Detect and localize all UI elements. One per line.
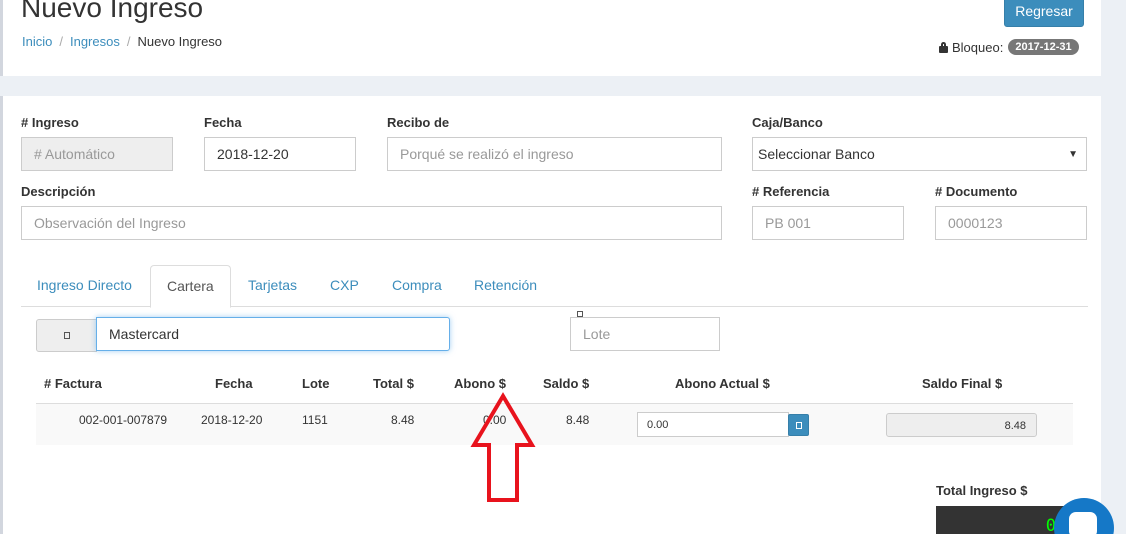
col-abono: Abono $ (454, 376, 506, 391)
cell-fecha: 2018-12-20 (201, 413, 263, 427)
col-lote: Lote (302, 376, 330, 391)
col-total: Total $ (373, 376, 414, 391)
cell-lote: 1151 (302, 413, 328, 427)
ingreso-number-field[interactable] (21, 137, 173, 171)
tab-cxp[interactable]: CXP (314, 265, 375, 307)
recibo-label: Recibo de (387, 115, 450, 130)
cell-saldo: 8.48 (566, 413, 590, 427)
col-fecha: Fecha (215, 376, 253, 391)
abono-actual-input[interactable] (637, 412, 789, 437)
caja-select[interactable]: Seleccionar Banco ▼ (752, 137, 1087, 171)
cell-factura: 002-001-007879 (79, 413, 168, 427)
ingreso-form: # Ingreso Fecha Recibo de Caja/Banco Sel… (0, 96, 1101, 534)
lock-date-badge: 2017-12-31 (1008, 39, 1079, 55)
apply-abono-button[interactable] (788, 414, 809, 436)
fecha-field[interactable] (204, 137, 356, 171)
referencia-field[interactable] (752, 206, 904, 240)
search-addon (36, 319, 97, 352)
descripcion-label: Descripción (21, 184, 96, 199)
tab-cartera[interactable]: Cartera (150, 265, 231, 308)
search-input[interactable] (96, 317, 450, 351)
lote-field[interactable] (570, 317, 720, 351)
col-abono-actual: Abono Actual $ (675, 376, 770, 391)
caja-select-value: Seleccionar Banco (758, 146, 875, 162)
caja-label: Caja/Banco (752, 115, 823, 130)
annotation-arrow (470, 392, 536, 502)
cell-total: 8.48 (391, 413, 415, 427)
lock-label: Bloqueo: (952, 39, 1004, 55)
breadcrumb-current: Nuevo Ingreso (137, 34, 223, 49)
saldo-final-field: 8.48 (886, 413, 1037, 437)
col-saldo-final: Saldo Final $ (922, 376, 1003, 391)
lock-status: Bloqueo: 2017-12-31 (939, 39, 1079, 55)
col-saldo: Saldo $ (543, 376, 590, 391)
caret-down-icon: ▼ (1068, 148, 1078, 160)
apply-icon (795, 421, 802, 429)
documento-field[interactable] (935, 206, 1087, 240)
search-icon (63, 332, 70, 339)
tab-retencion[interactable]: Retención (458, 265, 553, 307)
breadcrumb-ingresos[interactable]: Ingresos (70, 34, 120, 49)
tab-bar: Ingreso Directo Cartera Tarjetas CXP Com… (21, 265, 1088, 308)
documento-label: # Documento (935, 184, 1018, 199)
breadcrumb-inicio[interactable]: Inicio (22, 34, 52, 49)
ingreso-label: # Ingreso (21, 115, 79, 130)
fecha-label: Fecha (204, 115, 242, 130)
total-display: 0 (936, 506, 1066, 534)
total-label: Total Ingreso $ (936, 483, 1028, 498)
referencia-label: # Referencia (752, 184, 830, 199)
breadcrumb: Inicio / Ingresos / Nuevo Ingreso (22, 34, 223, 49)
page-header: Nuevo Ingreso Inicio / Ingresos / Nuevo Ingr… (0, 0, 1101, 76)
back-button[interactable]: Regresar (1004, 0, 1084, 27)
lock-icon (939, 41, 949, 53)
tab-ingreso-directo[interactable]: Ingreso Directo (21, 265, 148, 307)
col-factura: # Factura (44, 376, 102, 391)
tab-tarjetas[interactable]: Tarjetas (232, 265, 313, 307)
recibo-field[interactable] (387, 137, 722, 171)
chat-icon (1069, 512, 1097, 534)
descripcion-field[interactable] (21, 206, 722, 240)
page-title: Nuevo Ingreso (21, 0, 204, 23)
tab-compra[interactable]: Compra (376, 265, 458, 307)
